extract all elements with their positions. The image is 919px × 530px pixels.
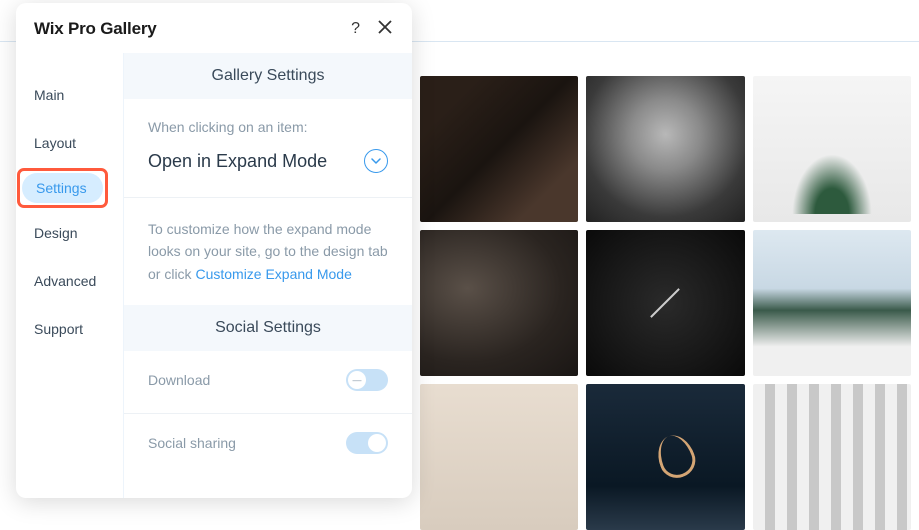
panel-header: Wix Pro Gallery ? [16, 3, 412, 53]
social-sharing-label: Social sharing [148, 435, 236, 451]
sidebar-item-settings-highlight: Settings [22, 173, 103, 203]
gallery-tile[interactable] [420, 230, 578, 376]
panel-sidebar: Main Layout Settings Design Advanced Sup… [16, 53, 124, 498]
panel-title: Wix Pro Gallery [34, 19, 157, 39]
chevron-down-icon [364, 149, 388, 173]
gallery-tile[interactable] [586, 230, 744, 376]
gallery-tile[interactable] [586, 384, 744, 530]
download-label: Download [148, 372, 210, 388]
close-icon[interactable] [378, 20, 392, 38]
social-settings-heading: Social Settings [124, 305, 412, 351]
click-action-label: When clicking on an item: [148, 119, 388, 135]
sidebar-item-settings[interactable]: Settings [22, 173, 103, 203]
expand-mode-hint: To customize how the expand mode looks o… [124, 198, 412, 305]
sidebar-item-main[interactable]: Main [16, 77, 78, 113]
social-sharing-row: Social sharing [124, 414, 412, 472]
click-action-dropdown[interactable]: Open in Expand Mode [148, 149, 388, 173]
sidebar-item-advanced[interactable]: Advanced [16, 263, 110, 299]
sidebar-item-design[interactable]: Design [16, 215, 92, 251]
gallery-tile[interactable] [753, 384, 911, 530]
download-toggle[interactable] [346, 369, 388, 391]
sidebar-item-support[interactable]: Support [16, 311, 97, 347]
sidebar-item-layout[interactable]: Layout [16, 125, 90, 161]
gallery-settings-heading: Gallery Settings [124, 53, 412, 99]
gallery-tile[interactable] [586, 76, 744, 222]
gallery-tile[interactable] [753, 230, 911, 376]
gallery-tile[interactable] [753, 76, 911, 222]
help-icon[interactable]: ? [351, 21, 360, 37]
panel-content: Gallery Settings When clicking on an ite… [124, 53, 412, 498]
gallery-tile[interactable] [420, 384, 578, 530]
click-action-value: Open in Expand Mode [148, 151, 327, 172]
customize-expand-mode-link[interactable]: Customize Expand Mode [195, 266, 351, 282]
gallery-tile[interactable] [420, 76, 578, 222]
download-row: Download [124, 351, 412, 409]
settings-panel: Wix Pro Gallery ? Main Layout Settings D… [16, 3, 412, 498]
social-sharing-toggle[interactable] [346, 432, 388, 454]
